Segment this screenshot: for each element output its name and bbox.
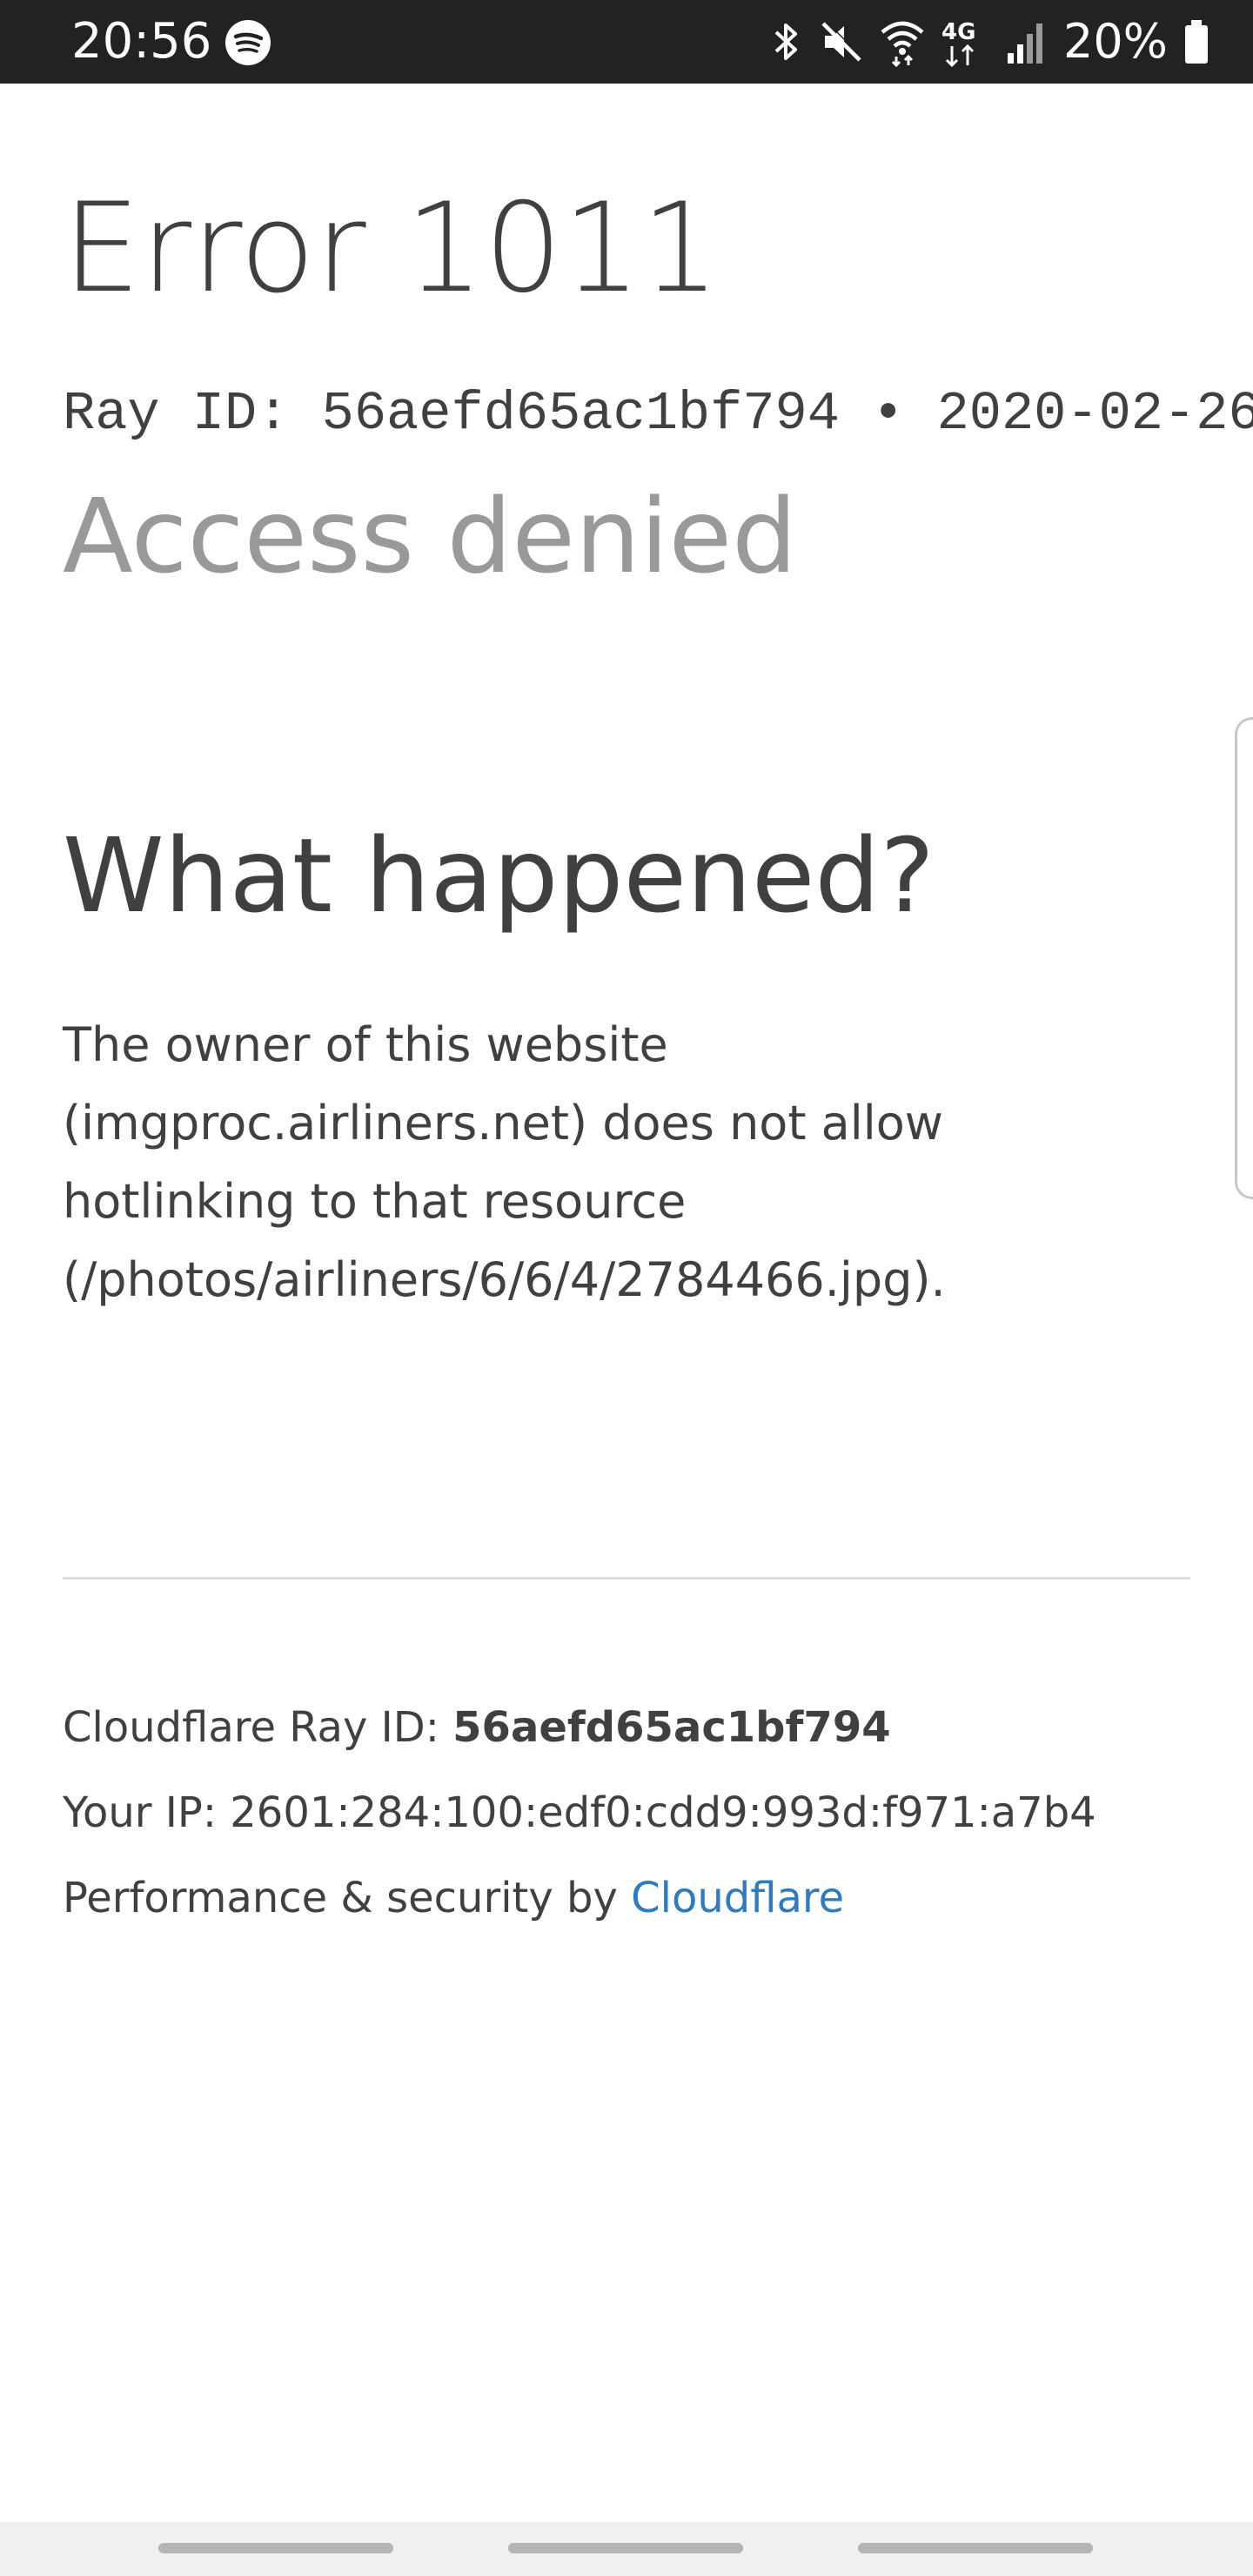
- cloudflare-link[interactable]: Cloudflare: [631, 1874, 844, 1922]
- spotify-icon: [225, 20, 271, 65]
- what-happened-heading: What happened?: [63, 815, 935, 936]
- explanation-line: (imgproc.airliners.net) does not allow: [63, 1096, 943, 1150]
- footer: Cloudflare Ray ID: 56aefd65ac1bf794 Your…: [63, 1685, 1096, 1941]
- navigation-bar: [0, 2522, 1253, 2576]
- footer-ip: Your IP: 2601:284:100:edf0:cdd9:993d:f97…: [63, 1788, 1096, 1837]
- explanation-text: The owner of this website (imgproc.airli…: [63, 1006, 1159, 1319]
- explanation-line: hotlinking to that resource: [63, 1174, 687, 1229]
- battery-percent: 20%: [1062, 14, 1168, 69]
- footer-performance-label: Performance & security by: [63, 1874, 632, 1922]
- mute-icon: [821, 20, 863, 62]
- explanation-line: (/photos/airliners/6/6/4/2784466.jpg).: [63, 1252, 946, 1307]
- battery-icon: [1185, 20, 1208, 64]
- nav-recents-gesture-hint[interactable]: [858, 2543, 1093, 2553]
- signal-icon: [1007, 23, 1042, 64]
- status-time: 20:56: [71, 13, 212, 70]
- error-title: Error 1011: [63, 177, 720, 320]
- explanation-line: The owner of this website: [63, 1017, 668, 1072]
- nav-back-gesture-hint[interactable]: [158, 2543, 393, 2553]
- footer-performance: Performance & security by Cloudflare: [63, 1855, 1096, 1941]
- footer-ray-id-value: 56aefd65ac1bf794: [452, 1703, 891, 1752]
- svg-text:4G: 4G: [941, 19, 975, 45]
- footer-ray-id: Cloudflare Ray ID: 56aefd65ac1bf794: [63, 1685, 1096, 1770]
- nav-home-gesture-hint[interactable]: [508, 2543, 743, 2553]
- status-bar: 20:56 4G 20%: [0, 0, 1253, 84]
- footer-ray-id-label: Cloudflare Ray ID:: [63, 1703, 453, 1752]
- access-denied-heading: Access denied: [63, 476, 798, 596]
- wifi-icon: [881, 21, 924, 67]
- lte-icon: 4G: [941, 19, 975, 67]
- divider: [63, 1577, 1190, 1580]
- status-icons: 4G 20%: [769, 10, 1209, 73]
- bluetooth-icon: [774, 23, 797, 60]
- ray-id-line: Ray ID: 56aefd65ac1bf794 • 2020-02-26: [63, 383, 1253, 445]
- edge-panel-handle[interactable]: [1235, 717, 1253, 1199]
